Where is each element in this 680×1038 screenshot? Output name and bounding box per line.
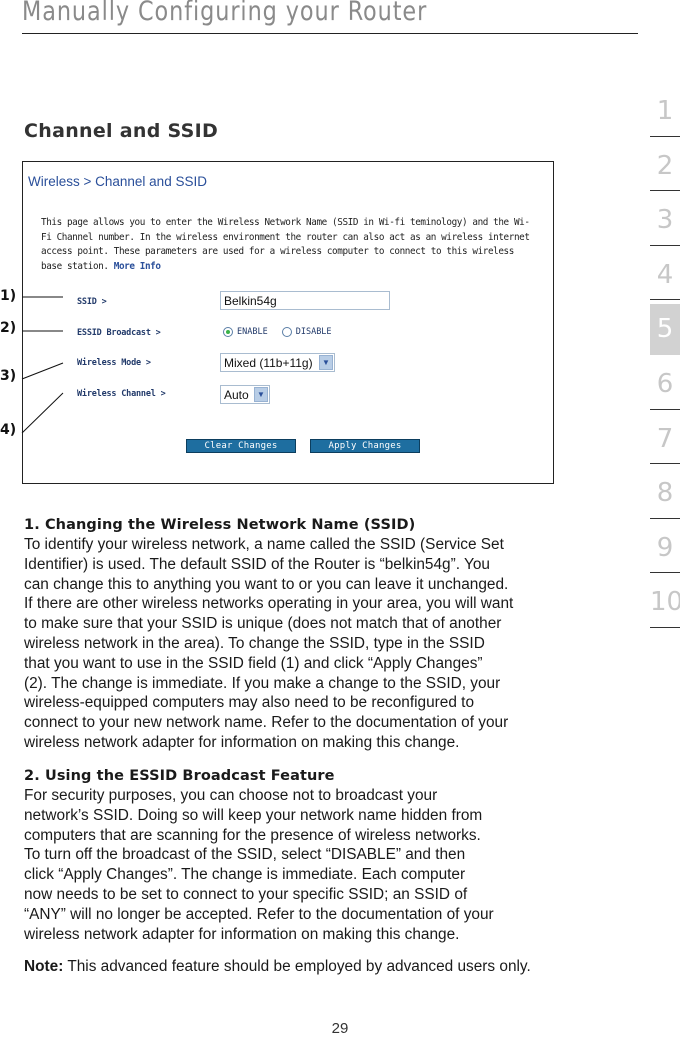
essid-broadcast-label: ESSID Broadcast >: [77, 328, 161, 338]
note-text: This advanced feature should be employed…: [63, 958, 531, 975]
section-essid-broadcast: 2. Using the ESSID Broadcast Feature For…: [24, 766, 604, 944]
chapter-nav: 1 2 3 4 5 6 7 8 9 10: [650, 82, 680, 628]
essid-broadcast-radio-group: ENABLE DISABLE: [223, 327, 332, 337]
chapter-number: 7: [656, 423, 674, 454]
chapter-tab-7[interactable]: 7: [650, 410, 680, 464]
chapter-tab-3[interactable]: 3: [650, 191, 680, 246]
note: Note: This advanced feature should be em…: [24, 957, 604, 977]
wireless-mode-label: Wireless Mode >: [77, 358, 151, 368]
header-rule: [22, 33, 638, 34]
more-info-link[interactable]: More Info: [114, 261, 161, 272]
wireless-mode-value: Mixed (11b+11g): [224, 355, 313, 370]
chapter-number: 4: [656, 259, 674, 290]
router-ui-screenshot: Wireless > Channel and SSID This page al…: [22, 161, 554, 484]
chevron-down-icon: ▼: [254, 387, 268, 402]
section-title: Channel and SSID: [24, 120, 219, 142]
callout-2: 2): [0, 320, 17, 336]
section-heading: 1. Changing the Wireless Network Name (S…: [24, 517, 416, 533]
breadcrumb: Wireless > Channel and SSID: [28, 174, 207, 189]
wireless-channel-select[interactable]: Auto ▼: [220, 385, 270, 404]
divider: [650, 626, 680, 628]
section-heading: 2. Using the ESSID Broadcast Feature: [24, 768, 335, 784]
enable-radio[interactable]: [223, 327, 233, 337]
ssid-label: SSID >: [77, 297, 107, 307]
clear-changes-button[interactable]: Clear Changes: [186, 439, 296, 453]
chapter-number: 1: [656, 96, 674, 126]
intro-text: This page allows you to enter the Wirele…: [41, 216, 531, 274]
chapter-number: 3: [656, 205, 674, 235]
chapter-number: 10: [650, 587, 680, 617]
ssid-input[interactable]: Belkin54g: [220, 291, 390, 310]
chapter-tab-4[interactable]: 4: [650, 246, 680, 300]
chapter-number: 5: [656, 314, 674, 344]
chapter-tab-2[interactable]: 2: [650, 137, 680, 191]
section-body: For security purposes, you can choose no…: [24, 787, 494, 943]
section-body: To identify your wireless network, a nam…: [24, 536, 514, 751]
chapter-tab-5-active[interactable]: 5: [650, 304, 680, 355]
wireless-channel-label: Wireless Channel >: [77, 389, 166, 399]
wireless-channel-value: Auto: [224, 387, 249, 402]
chapter-tab-9[interactable]: 9: [650, 519, 680, 573]
callout-4: 4): [0, 422, 17, 438]
callout-3: 3): [0, 368, 17, 384]
callout-1: 1): [0, 288, 17, 304]
chapter-tab-6[interactable]: 6: [650, 355, 680, 410]
chapter-tab-8[interactable]: 8: [650, 464, 680, 519]
enable-radio-label: ENABLE: [237, 327, 268, 337]
divider: [650, 299, 680, 300]
chapter-number: 9: [656, 532, 674, 563]
chapter-number: 6: [656, 369, 674, 399]
running-header-title: Manually Configuring your Router: [22, 0, 428, 27]
chevron-down-icon: ▼: [319, 355, 333, 370]
disable-radio-label: DISABLE: [295, 327, 332, 337]
chapter-number: 2: [656, 150, 674, 181]
page-number: 29: [331, 1020, 349, 1037]
chapter-tab-10[interactable]: 10: [650, 573, 680, 628]
chapter-tab-1[interactable]: 1: [650, 82, 680, 137]
note-label: Note:: [24, 958, 64, 975]
wireless-mode-select[interactable]: Mixed (11b+11g) ▼: [220, 353, 335, 372]
chapter-number: 8: [656, 478, 674, 508]
section-ssid: 1. Changing the Wireless Network Name (S…: [24, 515, 604, 753]
disable-radio[interactable]: [281, 327, 292, 337]
apply-changes-button[interactable]: Apply Changes: [310, 439, 420, 453]
